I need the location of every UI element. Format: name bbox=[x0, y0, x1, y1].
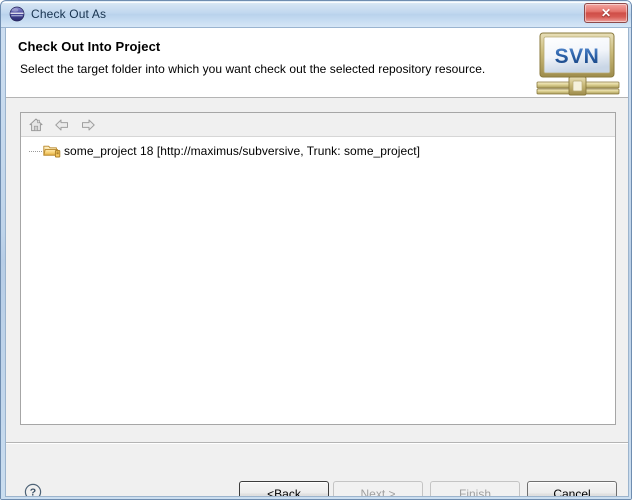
finish-button[interactable]: Finish bbox=[430, 481, 520, 497]
repository-folder-icon bbox=[43, 143, 61, 159]
finish-button-suffix: inish bbox=[466, 486, 492, 497]
dialog-client-area: Check Out Into Project Select the target… bbox=[5, 28, 629, 497]
next-button-mnemonic: N bbox=[360, 486, 370, 497]
title-bar-highlight bbox=[2, 2, 631, 3]
svn-banner-logo: SVN bbox=[533, 28, 623, 99]
svg-text:SVN: SVN bbox=[555, 45, 600, 68]
window-title: Check Out As bbox=[31, 7, 107, 21]
close-icon: ✕ bbox=[600, 6, 612, 20]
page-description: Select the target folder into which you … bbox=[20, 62, 486, 76]
tree-item-some-project[interactable]: some_project 18 [http://maximus/subversi… bbox=[21, 142, 420, 160]
tree-body[interactable]: some_project 18 [http://maximus/subversi… bbox=[21, 137, 615, 424]
tree-item-label: some_project 18 [http://maximus/subversi… bbox=[64, 144, 421, 158]
back-button-prefix: < bbox=[267, 486, 275, 497]
dialog-window: Check Out As ✕ Check Out Into Project Se… bbox=[0, 0, 632, 500]
title-bar: Check Out As ✕ bbox=[1, 1, 631, 28]
back-button-mnemonic: B bbox=[274, 486, 283, 497]
svg-text:?: ? bbox=[30, 487, 36, 497]
cancel-button-suffix: Cancel bbox=[553, 486, 591, 497]
back-button[interactable]: < Back bbox=[239, 481, 329, 497]
tree-toolbar bbox=[21, 113, 615, 137]
help-question-icon[interactable]: ? bbox=[24, 483, 42, 497]
close-button[interactable]: ✕ bbox=[584, 3, 628, 23]
next-button-suffix: ext > bbox=[369, 486, 396, 497]
page-title: Check Out Into Project bbox=[18, 39, 161, 54]
tree-guide-line bbox=[27, 142, 43, 160]
cancel-button[interactable]: Cancel bbox=[527, 481, 617, 497]
arrow-right-icon[interactable] bbox=[79, 116, 97, 134]
next-button[interactable]: Next > bbox=[333, 481, 423, 497]
eclipse-globe-icon bbox=[9, 6, 25, 22]
arrow-left-icon[interactable] bbox=[53, 116, 71, 134]
wizard-header: Check Out Into Project Select the target… bbox=[6, 28, 628, 98]
finish-button-mnemonic: F bbox=[458, 486, 467, 497]
repository-tree-panel[interactable]: some_project 18 [http://maximus/subversi… bbox=[20, 112, 616, 425]
back-button-suffix: ack bbox=[282, 486, 301, 497]
home-icon[interactable] bbox=[27, 116, 45, 134]
footer-separator-highlight bbox=[6, 443, 628, 444]
